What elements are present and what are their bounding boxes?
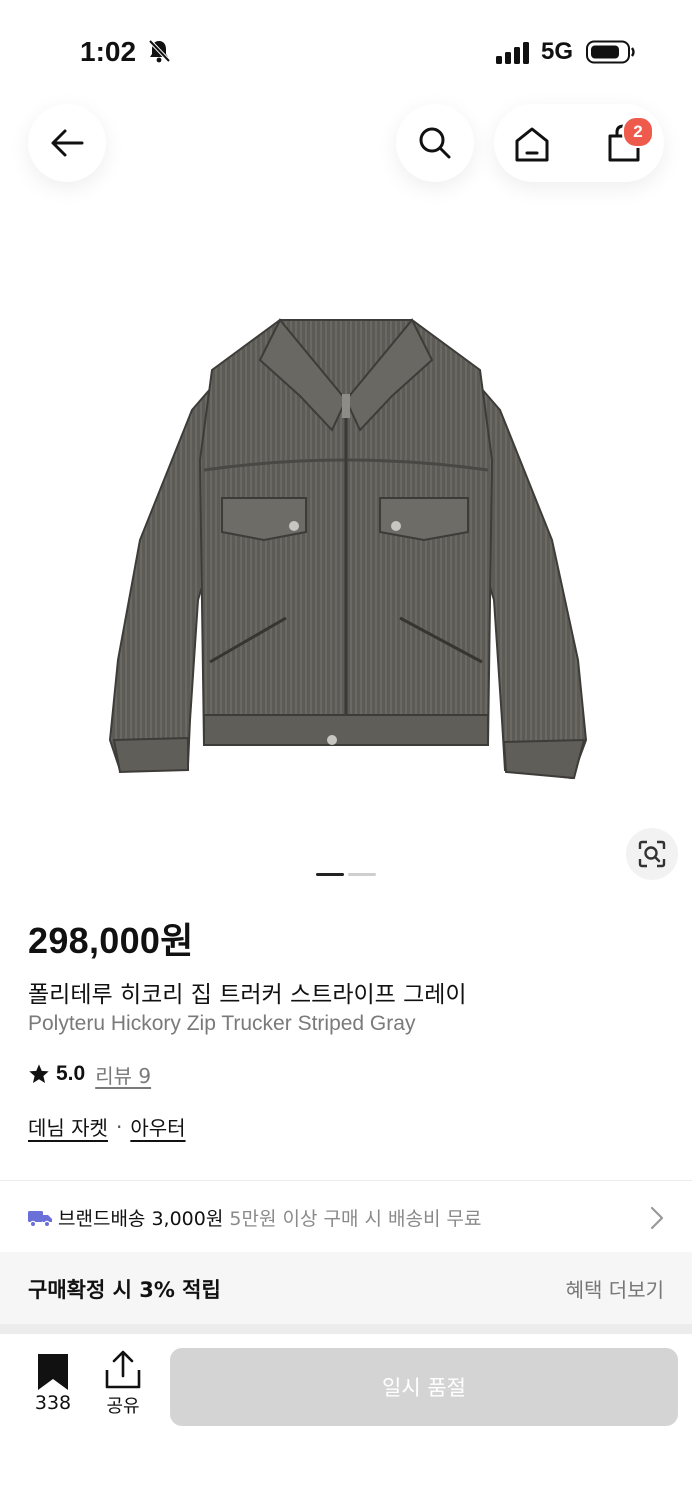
cart-badge: 2 [622, 116, 654, 148]
shipping-fee: 브랜드배송 3,000원 [58, 1208, 224, 1230]
image-search-button[interactable] [626, 828, 678, 880]
star-icon [29, 1064, 49, 1083]
category-separator: · [115, 1114, 123, 1139]
image-pagination [316, 873, 378, 877]
product-image[interactable] [100, 300, 592, 790]
search-button[interactable] [396, 104, 474, 182]
chevron-right-icon [650, 1206, 664, 1230]
product-name-en: Polyteru Hickory Zip Trucker Striped Gra… [28, 1012, 416, 1035]
product-name-ko: 폴리테루 히코리 집 트러커 스트라이프 그레이 [28, 982, 467, 1008]
home-icon[interactable] [512, 124, 552, 164]
status-bar: 1:02 5G [0, 0, 692, 100]
bottom-action-bar: 338 공유 일시 품절 [0, 1334, 692, 1500]
shipping-row[interactable]: 브랜드배송 3,000원 5만원 이상 구매 시 배송비 무료 [0, 1182, 692, 1252]
back-button[interactable] [28, 104, 106, 182]
shipping-condition: 5만원 이상 구매 시 배송비 무료 [229, 1208, 482, 1230]
share-label: 공유 [106, 1396, 140, 1417]
category-link-outer[interactable]: 아우터 [130, 1112, 185, 1141]
shipping-text: 브랜드배송 3,000원 5만원 이상 구매 시 배송비 무료 [58, 1204, 481, 1231]
search-icon [419, 127, 451, 159]
divider [0, 1180, 692, 1181]
home-cart-group: 2 [494, 104, 664, 182]
review-link[interactable]: 리뷰 9 [95, 1060, 151, 1089]
page-dot[interactable] [348, 873, 376, 876]
battery-icon [586, 40, 635, 64]
category-link-denim-jacket[interactable]: 데님 자켓 [28, 1112, 108, 1141]
product-price: 298,000원 [28, 920, 194, 961]
section-gap [0, 1324, 692, 1334]
rating-value: 5.0 [56, 1062, 86, 1085]
bell-muted-icon [148, 39, 171, 63]
network-type: 5G [541, 38, 574, 65]
benefit-row: 구매확정 시 3% 적립 혜택 더보기 [0, 1252, 692, 1324]
arrow-left-icon [51, 129, 84, 157]
share-icon[interactable] [104, 1350, 142, 1390]
signal-icon [496, 42, 529, 64]
lens-scan-icon [638, 840, 666, 868]
sold-out-button[interactable]: 일시 품절 [170, 1348, 678, 1426]
status-time: 1:02 [80, 36, 137, 67]
rating-row: 5.0 리뷰 9 [28, 1060, 151, 1088]
category-breadcrumb: 데님 자켓 · 아우터 [28, 1112, 186, 1141]
benefit-text: 구매확정 시 3% 적립 [28, 1278, 221, 1302]
truck-icon [28, 1211, 52, 1227]
bookmark-count: 338 [34, 1392, 72, 1414]
bookmark-icon[interactable] [36, 1352, 70, 1392]
benefit-more-link[interactable]: 혜택 더보기 [566, 1274, 664, 1303]
page-dot-active[interactable] [316, 873, 344, 876]
